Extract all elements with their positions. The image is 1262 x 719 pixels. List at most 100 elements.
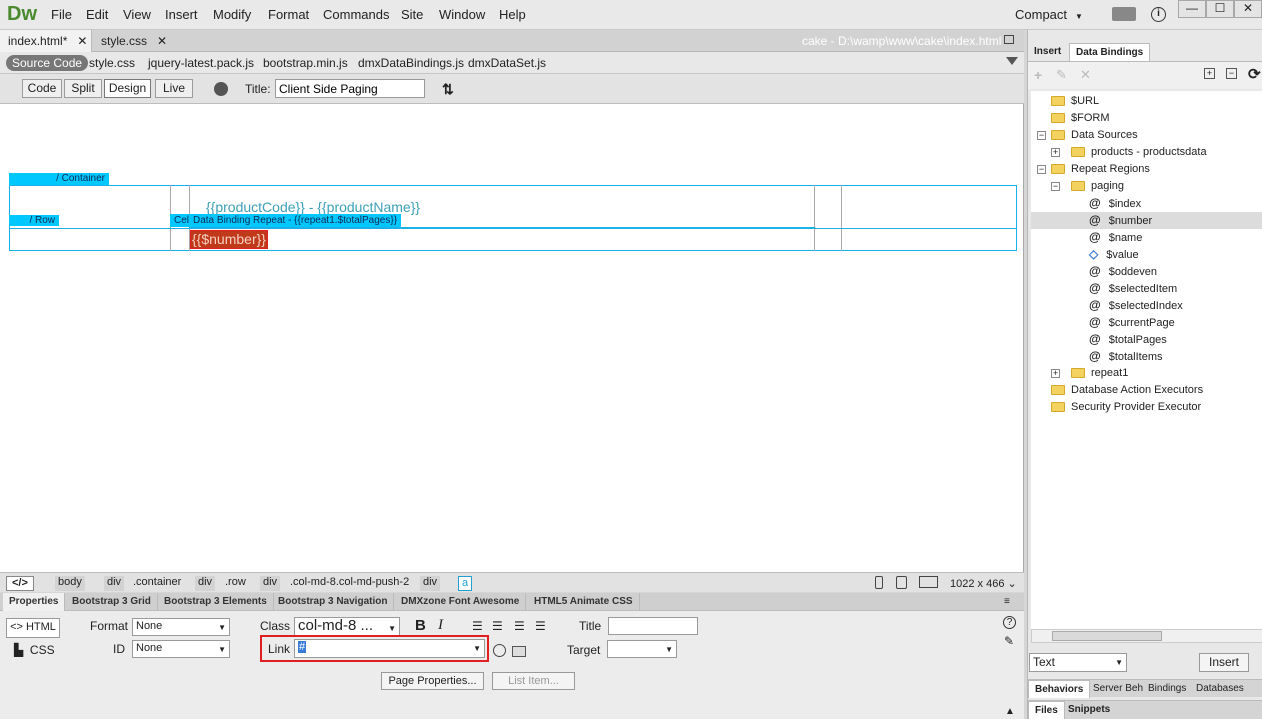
tree-item[interactable]: @ $selectedItem xyxy=(1031,280,1262,297)
tab-bootstrap-navigation[interactable]: Bootstrap 3 Navigation xyxy=(272,593,395,611)
sync-settings-icon[interactable] xyxy=(1112,7,1136,21)
format-select[interactable]: None ▼ xyxy=(132,618,230,636)
tab-bootstrap-grid[interactable]: Bootstrap 3 Grid xyxy=(66,593,158,611)
collapse-all-icon[interactable]: − xyxy=(1226,68,1237,79)
tag-div[interactable]: div xyxy=(104,576,125,591)
tag-class[interactable]: .row xyxy=(222,576,249,591)
live-view-button[interactable]: Live xyxy=(155,79,193,98)
tab-bindings[interactable]: Bindings xyxy=(1142,680,1192,698)
tag-div[interactable]: div xyxy=(260,576,281,591)
edit-rule-icon[interactable]: ✎ xyxy=(1004,634,1014,648)
expand-icon[interactable]: + xyxy=(1051,148,1060,157)
horizontal-scrollbar[interactable] xyxy=(1031,629,1262,643)
tree-item[interactable]: − paging xyxy=(1031,178,1262,195)
container-box[interactable] xyxy=(9,185,1017,251)
related-file[interactable]: style.css xyxy=(89,56,135,70)
window-size[interactable]: 1022 x 466 ⌄ xyxy=(950,577,1017,590)
tag-class[interactable]: .container xyxy=(130,576,184,591)
close-icon[interactable]: ✕ xyxy=(77,34,87,48)
scrollbar-thumb[interactable] xyxy=(1052,631,1162,641)
tab-properties[interactable]: Properties xyxy=(3,593,66,611)
menu-help[interactable]: Help xyxy=(499,7,526,22)
browse-folder-icon[interactable] xyxy=(512,646,526,657)
ordered-list-icon[interactable]: ☰ xyxy=(492,619,503,633)
number-link[interactable]: {{$number}} xyxy=(190,230,268,249)
tab-insert[interactable]: Insert xyxy=(1028,43,1067,61)
insert-button[interactable]: Insert xyxy=(1199,653,1249,672)
expand-all-icon[interactable]: + xyxy=(1204,68,1215,79)
collapse-icon[interactable]: − xyxy=(1037,131,1046,140)
tree-item[interactable]: @ $index xyxy=(1031,195,1262,212)
menu-modify[interactable]: Modify xyxy=(213,7,251,22)
menu-edit[interactable]: Edit xyxy=(86,7,108,22)
source-code-button[interactable]: Source Code xyxy=(6,55,89,71)
tablet-size-icon[interactable] xyxy=(896,576,907,589)
mobile-size-icon[interactable] xyxy=(875,576,883,589)
help-icon[interactable]: ? xyxy=(1003,616,1016,629)
restore-doc-icon[interactable] xyxy=(1004,35,1014,44)
panel-menu-icon[interactable]: ≡ xyxy=(1004,596,1010,607)
tree-item[interactable]: $FORM xyxy=(1031,110,1262,127)
workspace-switcher[interactable]: Compact ▼ xyxy=(1015,7,1083,22)
tab-font-awesome[interactable]: DMXzone Font Awesome xyxy=(395,593,527,611)
insert-as-select[interactable]: Text ▼ xyxy=(1029,653,1127,672)
refresh-icon[interactable]: ⟳ xyxy=(1248,65,1261,83)
related-file[interactable]: dmxDataSet.js xyxy=(468,56,546,70)
tree-item[interactable]: @ $currentPage xyxy=(1031,314,1262,331)
bold-button[interactable]: B xyxy=(415,617,426,634)
link-input[interactable]: # ▼ xyxy=(294,639,485,658)
filter-icon[interactable] xyxy=(1006,57,1018,65)
tree-item[interactable]: @ $totalItems xyxy=(1031,348,1262,365)
maximize-button[interactable]: ☐ xyxy=(1206,0,1234,18)
close-window-button[interactable]: ✕ xyxy=(1234,0,1262,18)
design-canvas[interactable]: / Container / Row {{productCode}} - {{pr… xyxy=(0,104,1024,572)
tree-item[interactable]: ◇ $value xyxy=(1031,246,1262,263)
title-prop-input[interactable] xyxy=(608,617,698,635)
tag-class[interactable]: .col-md-8.col-md-push-2 xyxy=(287,576,412,591)
page-properties-button[interactable]: Page Properties... xyxy=(381,672,484,690)
tree-item[interactable]: @ $selectedIndex xyxy=(1031,297,1262,314)
tab-animate-css[interactable]: HTML5 Animate CSS xyxy=(528,593,640,611)
tab-data-bindings[interactable]: Data Bindings xyxy=(1069,43,1151,61)
design-view-button[interactable]: Design xyxy=(104,79,151,98)
desktop-size-icon[interactable] xyxy=(919,576,938,588)
tree-item[interactable]: + products - productsdata xyxy=(1031,144,1262,161)
product-binding-text[interactable]: {{productCode}} - {{productName}} xyxy=(206,199,420,215)
tree-item[interactable]: $URL xyxy=(1031,93,1262,110)
close-icon[interactable]: ✕ xyxy=(157,34,167,48)
tree-item[interactable]: − Data Sources xyxy=(1031,127,1262,144)
tag-body[interactable]: body xyxy=(55,576,85,591)
tree-item[interactable]: + repeat1 xyxy=(1031,365,1262,382)
unordered-list-icon[interactable]: ☰ xyxy=(472,619,483,633)
tab-behaviors[interactable]: Behaviors xyxy=(1028,680,1091,698)
tab-databases[interactable]: Databases xyxy=(1190,680,1250,698)
tree-item[interactable]: @ $name xyxy=(1031,229,1262,246)
related-file[interactable]: dmxDataBindings.js xyxy=(358,56,464,70)
collapse-icon[interactable]: ▲ xyxy=(1005,706,1015,717)
tree-item[interactable]: − Repeat Regions xyxy=(1031,161,1262,178)
related-file[interactable]: bootstrap.min.js xyxy=(263,56,348,70)
menu-insert[interactable]: Insert xyxy=(165,7,198,22)
id-select[interactable]: None ▼ xyxy=(132,640,230,658)
outdent-icon[interactable]: ☰ xyxy=(514,619,525,633)
page-title-input[interactable] xyxy=(275,79,425,98)
code-nav-icon[interactable]: </> xyxy=(6,576,34,591)
menu-commands[interactable]: Commands xyxy=(323,7,389,22)
tree-item[interactable]: @ $oddeven xyxy=(1031,263,1262,280)
tree-item[interactable]: Database Action Executors xyxy=(1031,382,1262,399)
css-mode-button[interactable]: ▙ CSS xyxy=(14,643,55,657)
menu-view[interactable]: View xyxy=(123,7,151,22)
menu-format[interactable]: Format xyxy=(268,7,309,22)
tree-item[interactable]: @ $totalPages xyxy=(1031,331,1262,348)
tag-div[interactable]: div xyxy=(420,576,441,591)
tab-server-behaviors[interactable]: Server Beh xyxy=(1087,680,1149,698)
tab-files[interactable]: Files xyxy=(1028,701,1065,719)
italic-button[interactable]: I xyxy=(438,617,443,634)
sort-arrows-icon[interactable]: ⇅ xyxy=(442,81,454,98)
tab-index-html[interactable]: index.html* ✕ xyxy=(0,30,92,52)
point-to-file-icon[interactable] xyxy=(493,644,506,657)
menu-window[interactable]: Window xyxy=(439,7,485,22)
tag-div[interactable]: div xyxy=(195,576,216,591)
help-icon[interactable]: i xyxy=(1151,7,1166,22)
related-file[interactable]: jquery-latest.pack.js xyxy=(148,56,254,70)
